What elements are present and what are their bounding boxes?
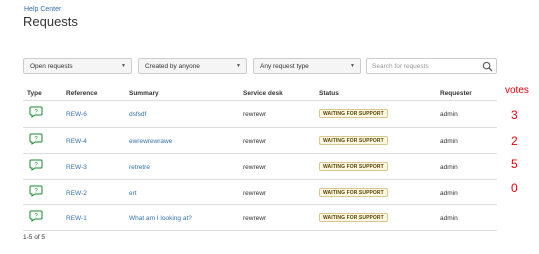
table-row[interactable]: ? REW-6 dsfsdf rewrewr WAITING FOR SUPPO… [23,102,497,126]
request-summary-link[interactable]: ewrewrewrawe [129,138,172,145]
requester-name: admin [440,215,458,222]
vote-count: 0 [511,181,518,195]
requester-name: admin [440,164,458,171]
row-divider [23,230,497,231]
service-desk-name: rewrewr [243,138,267,145]
search-input[interactable]: Search for requests [366,58,497,74]
chat-question-icon: ? [29,106,43,118]
chat-question-icon: ? [29,133,43,145]
request-summary-link[interactable]: What am I looking at? [129,215,192,222]
row-divider [23,179,497,180]
search-placeholder: Search for requests [372,63,429,70]
filter-request-type-dropdown[interactable]: Any request type ▼ [253,58,361,74]
vote-count: 2 [511,134,518,148]
chat-question-icon: ? [29,159,43,171]
votes-annotation-title: votes [505,85,529,96]
table-row[interactable]: ? REW-2 ert rewrewr WAITING FOR SUPPORT … [23,181,497,205]
table-row[interactable]: ? REW-3 retretre rewrewr WAITING FOR SUP… [23,155,497,179]
table-row[interactable]: ? REW-1 What am I looking at? rewrewr WA… [23,206,497,230]
row-divider [23,153,497,154]
column-header-summary: Summary [129,90,159,97]
column-header-type: Type [27,90,42,97]
search-icon[interactable] [482,61,493,72]
request-summary-link[interactable]: ert [129,190,137,197]
chevron-down-icon: ▼ [121,63,126,69]
filter-created-by-label: Created by anyone [145,63,200,70]
column-header-status: Status [319,90,339,97]
filter-requests-dropdown[interactable]: Open requests ▼ [23,58,132,74]
request-summary-link[interactable]: dsfsdf [129,111,146,118]
request-summary-link[interactable]: retretre [129,164,150,171]
pagination-summary: 1-5 of 5 [23,234,46,241]
chat-question-icon: ? [29,185,43,197]
status-badge: WAITING FOR SUPPORT [319,136,388,145]
request-reference-link[interactable]: REW-6 [66,111,87,118]
service-desk-name: rewrewr [243,190,267,197]
table-row[interactable]: ? REW-4 ewrewrewrawe rewrewr WAITING FOR… [23,129,497,153]
filter-request-type-label: Any request type [260,63,309,70]
request-reference-link[interactable]: REW-2 [66,190,87,197]
status-badge: WAITING FOR SUPPORT [319,162,388,171]
request-reference-link[interactable]: REW-4 [66,138,87,145]
page-title: Requests [23,14,78,29]
column-header-service-desk: Service desk [243,90,283,97]
column-header-requester: Requester [440,90,472,97]
header-divider [23,100,497,101]
filter-requests-label: Open requests [30,63,73,70]
row-divider [23,204,497,205]
service-desk-name: rewrewr [243,215,267,222]
chevron-down-icon: ▼ [350,63,355,69]
filter-created-by-dropdown[interactable]: Created by anyone ▼ [138,58,247,74]
column-header-reference: Reference [66,90,98,97]
service-desk-name: rewrewr [243,111,267,118]
vote-count: 3 [511,108,518,122]
status-badge: WAITING FOR SUPPORT [319,188,388,197]
request-reference-link[interactable]: REW-3 [66,164,87,171]
breadcrumb[interactable]: Help Center [24,6,61,13]
service-desk-name: rewrewr [243,164,267,171]
requester-name: admin [440,138,458,145]
status-badge: WAITING FOR SUPPORT [319,213,388,222]
status-badge: WAITING FOR SUPPORT [319,109,388,118]
requester-name: admin [440,190,458,197]
request-reference-link[interactable]: REW-1 [66,215,87,222]
row-divider [23,127,497,128]
vote-count: 5 [511,157,518,171]
requester-name: admin [440,111,458,118]
chevron-down-icon: ▼ [236,63,241,69]
chat-question-icon: ? [29,210,43,222]
